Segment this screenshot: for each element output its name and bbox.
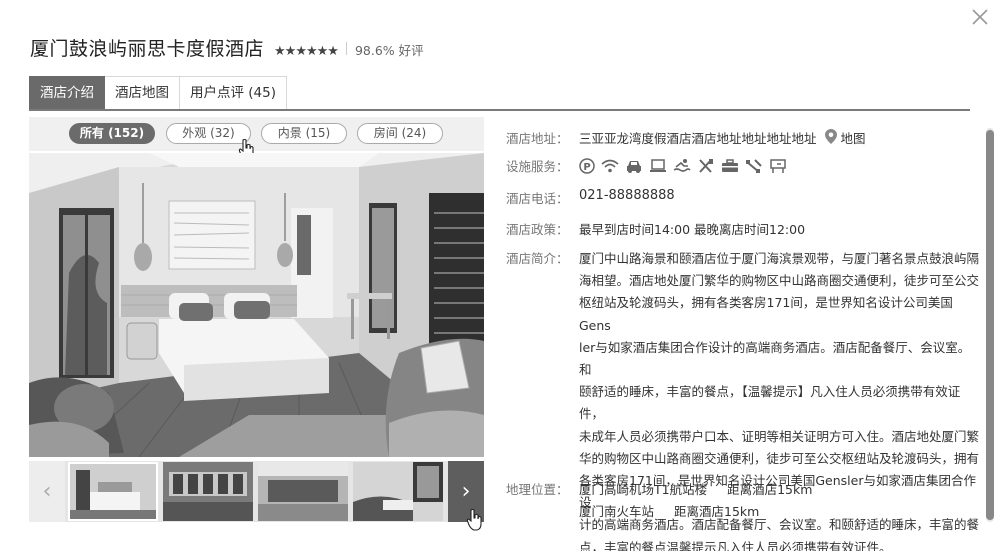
parking-icon: P <box>579 157 595 174</box>
close-icon[interactable] <box>970 7 990 27</box>
wifi-icon <box>601 159 619 172</box>
intro-label: 酒店简介： <box>506 251 569 266</box>
tab-hotel-map[interactable]: 酒店地图 <box>105 76 180 110</box>
facilities-row: 设施服务： P <box>506 156 787 175</box>
thumbnail-4[interactable] <box>353 462 443 521</box>
location-place: 厦门南火车站 <box>579 504 655 519</box>
rating-percent: 98.6% 好评 <box>354 43 424 58</box>
tab-underline <box>29 109 970 111</box>
svg-text:P: P <box>583 162 590 173</box>
policy-value: 最早到店时间14:00 最晚离店时间12:00 <box>579 222 806 237</box>
thumbnail-strip: ‹ › <box>29 461 484 522</box>
policy-label: 酒店政策： <box>506 222 569 237</box>
hotel-name: 厦门鼓浪屿丽思卡度假酒店 <box>30 38 265 60</box>
tab-hotel-intro[interactable]: 酒店介绍 <box>29 76 105 110</box>
tab-bar: 酒店介绍 酒店地图 用户点评 (45) <box>29 76 288 110</box>
gym-icon <box>746 158 762 173</box>
location-distance: 距离酒店15km <box>727 482 813 497</box>
intro-line: 华的购物区中山路商圈交通便利，徒步可至公交枢纽站及轮渡码头，拥有 <box>579 450 980 466</box>
address-row: 酒店地址： 三亚亚龙湾度假酒店酒店地址地址地址地址 地图 <box>506 128 866 147</box>
phone-row: 酒店电话： 021-88888888 <box>506 188 675 207</box>
main-hotel-photo[interactable] <box>29 153 484 457</box>
desk-icon <box>650 158 666 172</box>
hotel-header: 厦门鼓浪屿丽思卡度假酒店 ★★★★★★ 98.6% 好评 <box>30 34 424 61</box>
photo-filter-bar: 所有 (152) 外观 (32) 内景 (15) 房间 (24) <box>29 117 484 151</box>
filter-all[interactable]: 所有 (152) <box>69 123 155 144</box>
location-item: 厦门高崎机场T1航站楼 距离酒店15km <box>579 479 812 498</box>
address-value: 三亚亚龙湾度假酒店酒店地址地址地址地址 <box>579 131 817 146</box>
meeting-icon <box>770 158 786 173</box>
location-row: 地理位置： <box>506 479 579 498</box>
location-label: 地理位置： <box>506 482 569 497</box>
phone-label: 酒店电话： <box>506 191 569 206</box>
location-place: 厦门高崎机场T1航站楼 <box>579 482 708 497</box>
intro-line: 点，丰富的餐点温馨提示凡入住人员必须携带有效证件。 <box>579 539 892 551</box>
filter-rooms[interactable]: 房间 (24) <box>357 123 443 144</box>
hotel-detail-dialog: 厦门鼓浪屿丽思卡度假酒店 ★★★★★★ 98.6% 好评 酒店介绍 酒店地图 用… <box>0 0 999 551</box>
intro-row: 酒店简介： <box>506 248 579 267</box>
facility-icons: P <box>579 156 787 175</box>
phone-value: 021-88888888 <box>579 188 675 203</box>
divider <box>345 42 347 55</box>
location-distance: 距离酒店15km <box>674 504 760 519</box>
map-link[interactable]: 地图 <box>841 128 866 147</box>
car-icon <box>627 160 641 173</box>
thumbnail-3[interactable] <box>258 462 348 521</box>
location-item: 厦门南火车站 距离酒店15km <box>579 501 759 520</box>
restaurant-icon <box>699 158 713 173</box>
star-rating: ★★★★★★ <box>274 44 339 59</box>
intro-line: 厦门中山路海景和颐酒店位于厦门海滨景观带，与厦门著名景点鼓浪屿隔 <box>579 251 980 266</box>
address-label: 酒店地址： <box>506 131 569 146</box>
intro-line: 海相望。酒店地处厦门繁华的购物区中山路商圈交通便利，徒步可至公交 <box>579 273 980 289</box>
intro-line: 未成年人员必须携带户口本、证明等相关证明方可入住。酒店地处厦门繁 <box>579 428 980 444</box>
hand-cursor-icon <box>466 508 482 531</box>
intro-line: ler与如家酒店集团合作设计的高端商务酒店。酒店配备餐厅、会议室。和 <box>579 339 971 378</box>
intro-line: 枢纽站及轮渡码头，拥有各类客房171间，是世界知名设计公司美国Gens <box>579 295 953 333</box>
facilities-label: 设施服务： <box>506 159 569 174</box>
chevron-left-icon: ‹ <box>42 479 52 504</box>
info-scrollbar[interactable] <box>986 128 994 522</box>
filter-interior[interactable]: 内景 (15) <box>261 123 347 144</box>
intro-line: 颐舒适的睡床，丰富的餐点，【温馨提示】凡入住人员必须携带有效证件， <box>579 384 961 422</box>
thumbnail-1[interactable] <box>68 462 158 521</box>
business-icon <box>722 158 738 172</box>
pool-icon <box>673 158 691 172</box>
thumb-prev-button[interactable]: ‹ <box>29 461 65 522</box>
chevron-right-icon: › <box>461 479 471 504</box>
thumbnail-2[interactable] <box>163 462 253 521</box>
scrollbar-thumb[interactable] <box>986 130 994 520</box>
tab-user-reviews[interactable]: 用户点评 (45) <box>180 76 288 110</box>
map-pin-icon[interactable] <box>824 129 837 144</box>
policy-row: 酒店政策： 最早到店时间14:00 最晚离店时间12:00 <box>506 219 805 238</box>
